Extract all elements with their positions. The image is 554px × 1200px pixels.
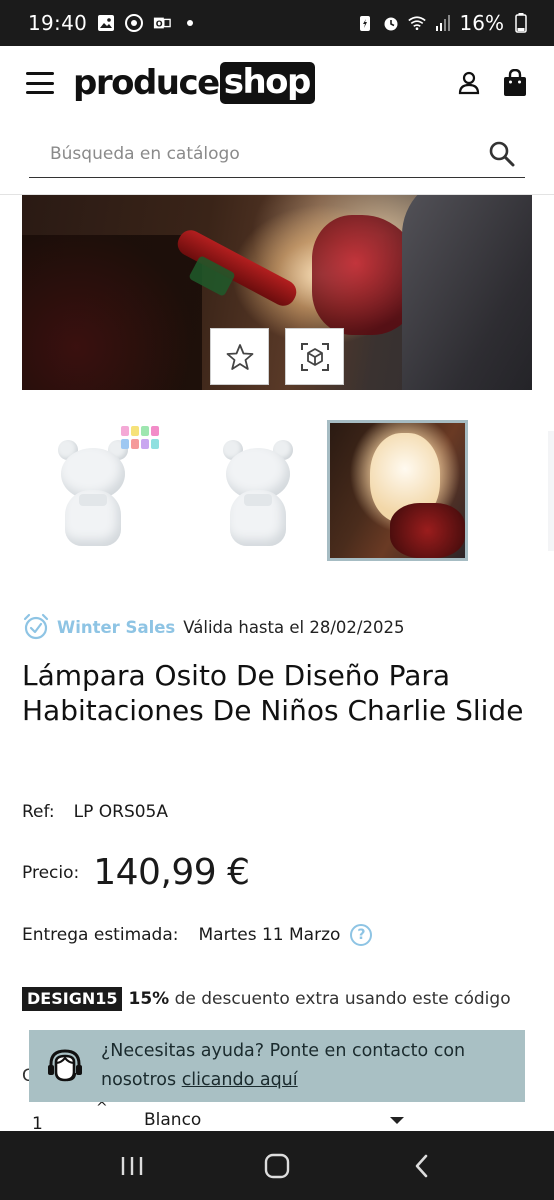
shopping-bag-icon <box>504 69 526 96</box>
status-time: 19:40 <box>28 11 88 35</box>
bear-lamp-lit-image <box>330 423 465 558</box>
promo-banner: Winter Sales Válida hasta el 28/02/2025 <box>22 613 404 641</box>
logo-text-shop: shop <box>219 62 315 104</box>
delivery-label: Entrega estimada: <box>22 925 179 945</box>
system-nav-bar <box>0 1131 554 1200</box>
view-3d-button[interactable] <box>285 328 344 385</box>
price-value: 140,99 € <box>93 852 250 893</box>
menu-line <box>26 81 54 85</box>
ref-value: LP ORS05A <box>73 802 168 822</box>
alarm-clock-check-icon <box>22 613 50 641</box>
search-icon <box>489 141 515 166</box>
promo-name: Winter Sales <box>57 617 176 637</box>
search-bar <box>29 130 525 178</box>
help-contact-link[interactable]: clicando aquí <box>182 1070 298 1090</box>
menu-line <box>26 72 54 75</box>
menu-line <box>26 91 54 94</box>
signal-icon <box>434 14 452 32</box>
price-label: Precio: <box>22 862 80 883</box>
delivery-help-icon[interactable]: ? <box>350 924 373 946</box>
site-logo[interactable]: produce shop <box>73 62 315 104</box>
account-button[interactable] <box>456 69 482 97</box>
home-button[interactable] <box>257 1146 297 1186</box>
battery-percent: 16% <box>459 11 504 35</box>
product-title: Lámpara Osito De Diseño Para Habitacione… <box>22 659 524 727</box>
ar-cube-icon <box>300 342 329 371</box>
product-thumbnails <box>22 420 554 562</box>
logo-text-produce: produce <box>73 63 220 103</box>
alarm-icon <box>382 14 400 32</box>
recent-apps-button[interactable] <box>112 1146 152 1186</box>
thumbnail-3-selected[interactable] <box>327 420 468 561</box>
thumbnail-2[interactable] <box>187 420 328 561</box>
cart-button[interactable] <box>502 69 528 97</box>
delivery-estimate: Entrega estimada: Martes 11 Marzo ? <box>22 924 373 946</box>
bear-lamp-image <box>218 436 298 546</box>
battery-icon <box>512 13 530 33</box>
support-agent-icon <box>45 1044 85 1088</box>
status-bar: 19:40 O 16% <box>0 0 554 46</box>
menu-button[interactable] <box>26 72 54 94</box>
back-button[interactable] <box>402 1146 442 1186</box>
ref-label: Ref: <box>22 802 55 822</box>
thumbnail-1[interactable] <box>22 420 163 561</box>
color-select-value: Blanco <box>144 1110 202 1130</box>
recent-apps-icon <box>122 1156 143 1175</box>
color-options-image <box>121 426 159 450</box>
help-banner[interactable]: ¿Necesitas ayuda? Ponte en contacto con … <box>29 1030 525 1102</box>
search-button[interactable] <box>479 131 525 177</box>
back-arrow-icon <box>415 1154 427 1177</box>
coupon-percent: 15% <box>128 989 170 1009</box>
chrome-icon <box>125 14 144 32</box>
battery-saver-icon <box>356 14 374 32</box>
site-header: produce shop <box>0 46 554 120</box>
wifi-icon <box>407 14 426 32</box>
image-detail <box>22 235 202 390</box>
home-icon <box>264 1153 290 1178</box>
image-detail <box>402 195 532 390</box>
add-to-wishlist-button[interactable] <box>210 328 269 385</box>
thumbnail-image-partial <box>547 430 554 551</box>
promo-validity: Válida hasta el 28/02/2025 <box>183 617 405 637</box>
gallery-icon <box>97 14 115 32</box>
help-text: ¿Necesitas ayuda? Ponte en contacto con … <box>101 1037 525 1095</box>
svg-text:O: O <box>156 19 163 29</box>
coupon-code: DESIGN15 <box>22 987 123 1011</box>
outlook-icon: O <box>153 14 171 32</box>
product-ref: Ref: LP ORS05A <box>22 802 168 822</box>
price-row: Precio: 140,99 € <box>22 852 250 893</box>
notification-dot-icon <box>181 14 199 32</box>
user-icon <box>458 71 480 95</box>
delivery-value: Martes 11 Marzo <box>198 925 341 945</box>
color-select[interactable]: Blanco <box>144 1110 404 1130</box>
quantity-increase-button[interactable]: ^ <box>96 1100 108 1116</box>
product-main-image[interactable] <box>22 195 532 390</box>
star-icon <box>226 343 253 370</box>
bear-lamp-image <box>53 436 133 546</box>
coupon-text: de descuento extra usando este código <box>169 989 511 1009</box>
thumbnail-4[interactable] <box>497 420 554 561</box>
coupon-info: DESIGN15 15% de descuento extra usando es… <box>22 987 532 1011</box>
search-input[interactable] <box>29 130 479 177</box>
caret-down-icon <box>390 1116 404 1124</box>
